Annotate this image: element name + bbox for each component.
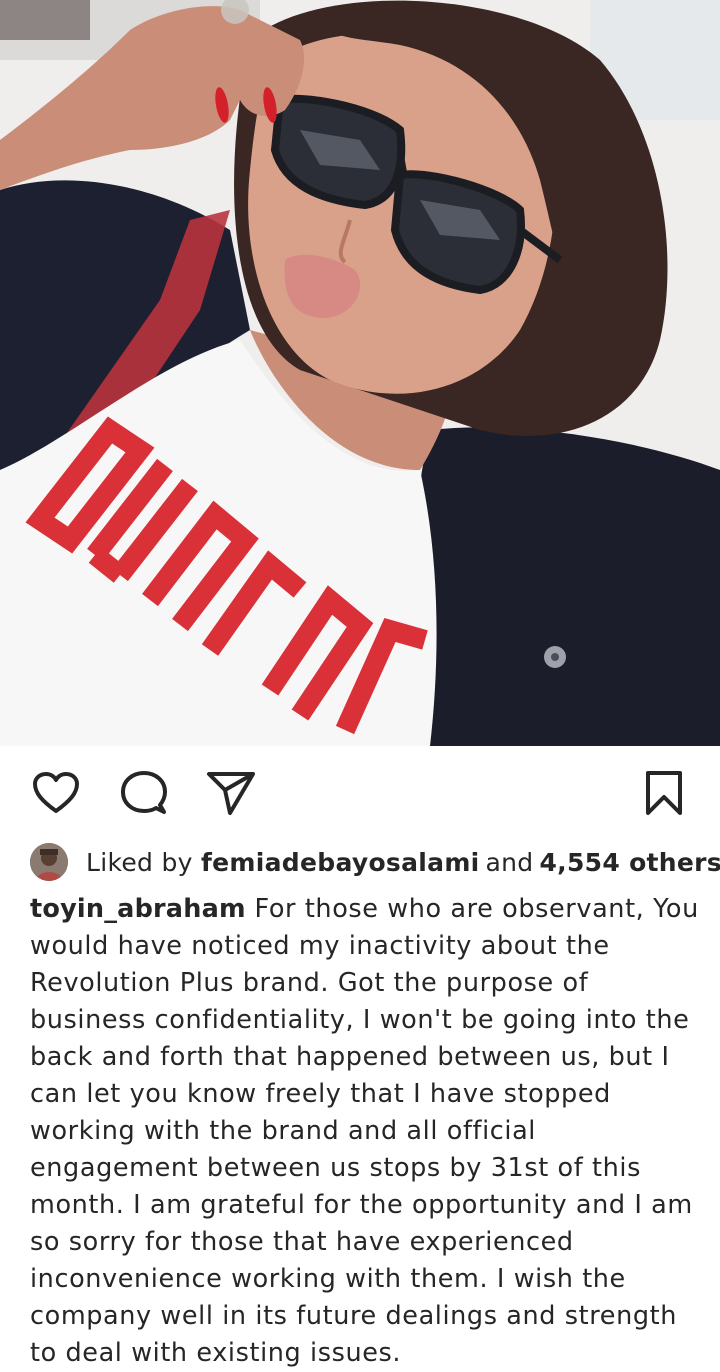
likes-prefix: Liked by bbox=[86, 847, 193, 877]
like-button[interactable] bbox=[31, 768, 81, 818]
likes-summary: Liked by femiadebayosalami and 4,554 oth… bbox=[30, 840, 720, 884]
paper-plane-icon bbox=[207, 772, 255, 815]
post-photo[interactable] bbox=[0, 0, 720, 746]
caption-username[interactable]: toyin_abraham bbox=[30, 894, 246, 924]
likes-others-count[interactable]: 4,554 others bbox=[539, 848, 720, 877]
liker-avatar[interactable] bbox=[30, 843, 68, 881]
bookmark-icon bbox=[646, 771, 682, 815]
post-action-bar bbox=[0, 746, 720, 840]
post-caption: toyin_abraham For those who are observan… bbox=[30, 891, 710, 1372]
selfie-photo-icon bbox=[0, 0, 720, 746]
save-button[interactable] bbox=[639, 768, 689, 818]
likes-joiner: and bbox=[485, 847, 534, 877]
avatar-icon bbox=[30, 843, 68, 881]
comment-button[interactable] bbox=[119, 768, 169, 818]
liker-username[interactable]: femiadebayosalami bbox=[201, 848, 480, 877]
caption-text: For those who are observant, You would h… bbox=[30, 894, 699, 1368]
share-button[interactable] bbox=[206, 768, 256, 818]
comment-bubble-icon bbox=[121, 771, 167, 814]
heart-icon bbox=[33, 772, 79, 813]
